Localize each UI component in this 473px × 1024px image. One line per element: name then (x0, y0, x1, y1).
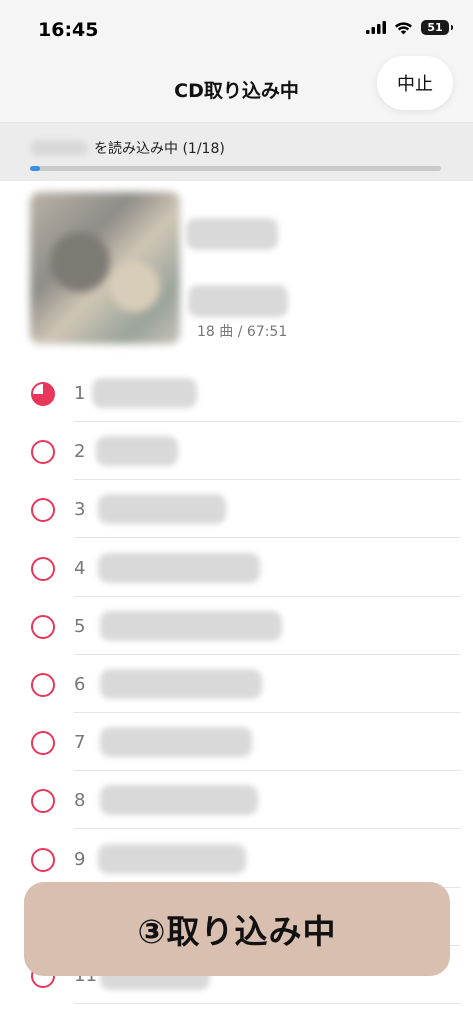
album-name-redacted (30, 140, 88, 156)
pending-circle-icon (31, 556, 55, 581)
pending-circle-icon (31, 847, 55, 872)
wifi-icon (395, 21, 412, 34)
step-banner: ③取り込み中 (24, 882, 450, 976)
battery-level: 51 (427, 21, 443, 34)
progress-fill (30, 166, 41, 171)
progress-text: を読み込み中 (1/18) (94, 141, 225, 157)
signal-icon (366, 21, 386, 34)
album-artist-redacted (188, 285, 288, 317)
pending-circle-icon (31, 731, 55, 756)
track-row[interactable]: 5 (0, 597, 473, 655)
import-progress-icon (31, 382, 55, 406)
pending-circle-icon (31, 440, 55, 465)
battery-icon: 51 (421, 20, 453, 35)
track-row[interactable]: 1 (0, 364, 473, 422)
track-row[interactable]: 2 (0, 422, 473, 481)
nav-bar: CD取り込み中 中止 (0, 56, 473, 123)
track-title-redacted (98, 494, 226, 525)
album-artwork (30, 192, 180, 344)
progress-status: を読み込み中 (1/18) (30, 138, 225, 158)
track-title-redacted (100, 727, 252, 758)
status-time: 16:45 (38, 19, 99, 41)
track-row[interactable]: 8 (0, 771, 473, 830)
track-row[interactable]: 7 (0, 713, 473, 772)
pending-circle-icon (31, 789, 55, 814)
import-progress-panel: を読み込み中 (1/18) (0, 123, 473, 181)
track-title-redacted (100, 610, 282, 641)
track-title-redacted (100, 785, 258, 816)
track-title-redacted (98, 843, 246, 874)
track-title-redacted (100, 669, 262, 699)
progress-bar (30, 166, 441, 171)
track-title-redacted (98, 552, 260, 583)
track-row[interactable]: 3 (0, 480, 473, 539)
status-icons: 51 (366, 20, 453, 35)
pending-circle-icon (31, 498, 55, 523)
row-divider (74, 1003, 461, 1004)
stop-button[interactable]: 中止 (377, 56, 453, 110)
track-row[interactable]: 9 (0, 830, 473, 888)
track-title-redacted (92, 378, 197, 408)
track-row[interactable]: 4 (0, 539, 473, 597)
pending-circle-icon (31, 614, 55, 639)
track-title-redacted (96, 436, 178, 467)
album-title-redacted (186, 218, 278, 250)
track-row[interactable]: 6 (0, 655, 473, 713)
status-bar: 16:45 51 (0, 0, 473, 62)
pending-circle-icon (31, 673, 55, 697)
album-meta: 18 曲 / 67:51 (197, 324, 288, 340)
